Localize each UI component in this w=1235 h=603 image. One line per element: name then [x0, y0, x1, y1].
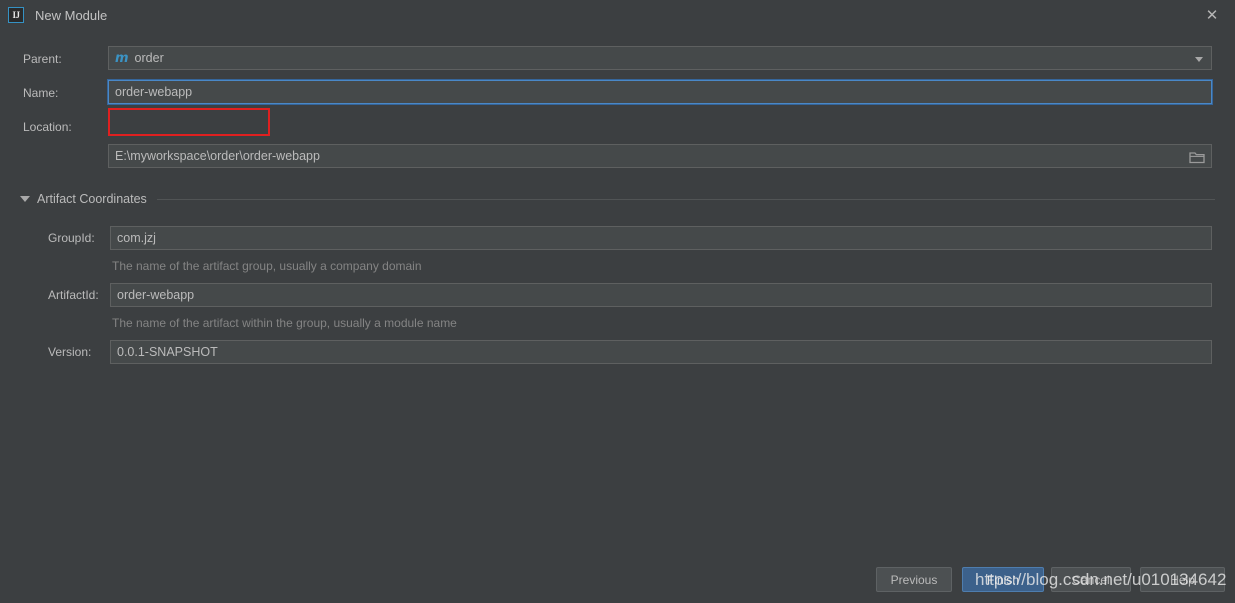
version-input[interactable]: 0.0.1-SNAPSHOT — [110, 340, 1212, 364]
groupid-input[interactable]: com.jzj — [110, 226, 1212, 250]
help-button[interactable]: Help — [1140, 567, 1225, 592]
groupid-hint: The name of the artifact group, usually … — [112, 259, 422, 273]
version-value: 0.0.1-SNAPSHOT — [117, 345, 218, 359]
parent-label: Parent: — [23, 52, 62, 66]
name-label: Name: — [23, 86, 59, 100]
artifact-coordinates-title: Artifact Coordinates — [37, 192, 147, 206]
location-label: Location: — [23, 120, 72, 134]
annotation-highlight-box — [108, 108, 270, 136]
cancel-button[interactable]: Cancel — [1051, 567, 1131, 592]
intellij-idea-icon: IJ — [8, 7, 24, 23]
name-input[interactable]: order-webapp — [107, 79, 1213, 105]
artifactid-value: order-webapp — [117, 288, 195, 302]
maven-module-icon: m — [115, 50, 129, 66]
section-divider — [156, 198, 1215, 200]
folder-icon-svg — [1189, 151, 1205, 163]
finish-button[interactable]: Finish — [962, 567, 1044, 592]
location-value: E:\myworkspace\order\order-webapp — [115, 149, 320, 163]
previous-button[interactable]: Previous — [876, 567, 952, 592]
folder-icon[interactable] — [1184, 146, 1210, 167]
chevron-down-icon[interactable] — [1188, 48, 1210, 69]
parent-combobox[interactable]: m order — [108, 46, 1212, 70]
version-label: Version: — [48, 345, 92, 359]
chevron-collapse-icon[interactable] — [20, 196, 30, 202]
name-value: order-webapp — [115, 85, 193, 99]
groupid-value: com.jzj — [117, 231, 156, 245]
groupid-label: GroupId: — [48, 231, 95, 245]
window-title: New Module — [35, 7, 108, 23]
artifact-coordinates-section-header[interactable]: Artifact Coordinates — [20, 190, 1215, 208]
artifactid-hint: The name of the artifact within the grou… — [112, 316, 457, 330]
app-icon-text: IJ — [12, 9, 20, 20]
parent-value: order — [134, 51, 164, 65]
artifactid-input[interactable]: order-webapp — [110, 283, 1212, 307]
window-titlebar: IJ New Module ✕ — [0, 0, 1235, 30]
dialog-content: Parent: m order Name: order-webapp Locat… — [0, 30, 1235, 603]
location-input[interactable]: E:\myworkspace\order\order-webapp — [108, 144, 1212, 168]
close-icon[interactable]: ✕ — [1189, 0, 1235, 30]
artifactid-label: ArtifactId: — [48, 288, 99, 302]
